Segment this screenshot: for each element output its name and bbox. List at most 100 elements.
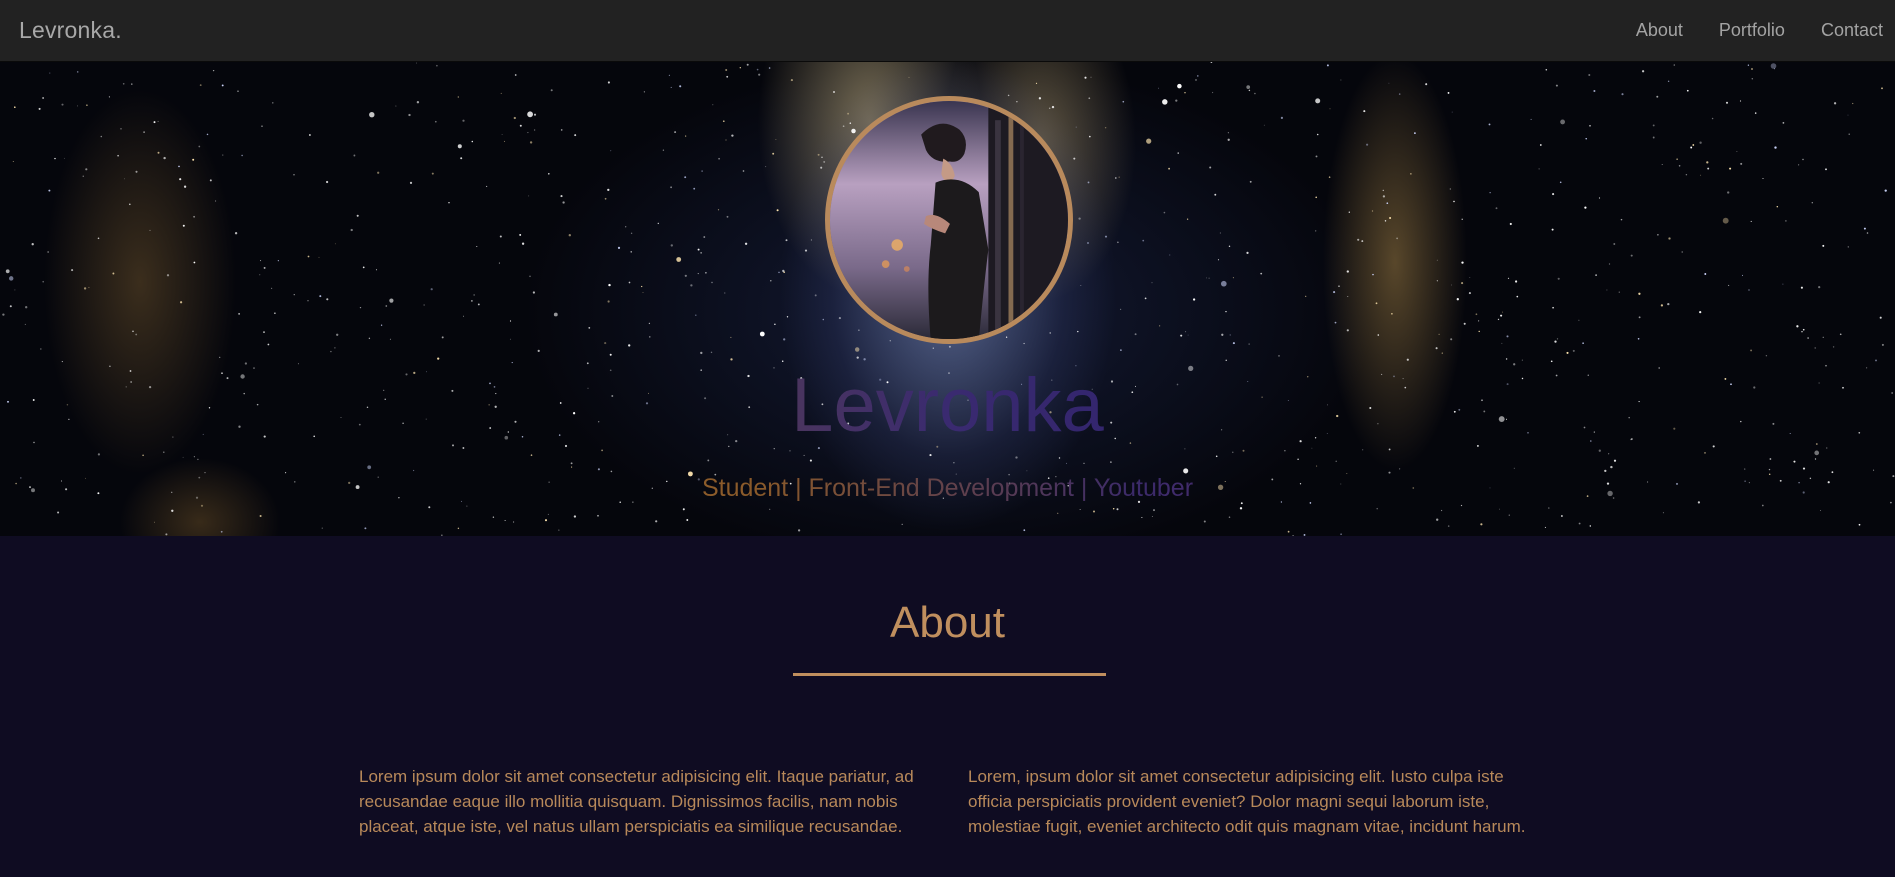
star [700, 252, 702, 254]
star [776, 209, 779, 212]
star [1120, 349, 1122, 351]
hero-banner: Levronka Student | Front-End Development… [0, 62, 1895, 536]
star [726, 215, 729, 218]
star [1578, 522, 1581, 525]
star [703, 236, 706, 238]
star [9, 305, 12, 308]
star [1221, 333, 1224, 336]
star [499, 235, 502, 238]
star [1087, 242, 1089, 244]
star [1630, 254, 1633, 257]
star [775, 139, 777, 140]
star [129, 203, 131, 206]
star [1637, 337, 1640, 340]
star [293, 294, 295, 296]
star [124, 178, 126, 180]
star [1232, 451, 1234, 453]
star [1747, 64, 1750, 66]
star [810, 239, 812, 241]
star [416, 101, 420, 104]
star [1667, 302, 1670, 306]
nav-link-contact[interactable]: Contact [1803, 20, 1883, 41]
star [1875, 359, 1877, 362]
star [1728, 284, 1730, 286]
star [1818, 286, 1821, 289]
star [756, 68, 759, 71]
star [1552, 193, 1555, 196]
star [368, 337, 371, 340]
star [817, 153, 820, 156]
star [356, 214, 359, 217]
star [244, 362, 248, 365]
nav-link-portfolio[interactable]: Portfolio [1701, 20, 1803, 41]
star [330, 350, 332, 353]
star [1774, 146, 1777, 149]
star [85, 168, 88, 171]
star [1460, 504, 1463, 507]
star [25, 306, 28, 309]
star [385, 305, 388, 307]
star [1315, 196, 1317, 199]
star [1704, 273, 1707, 275]
star [705, 271, 707, 274]
star [1058, 457, 1061, 459]
star [772, 152, 775, 155]
star [685, 135, 687, 137]
star [263, 331, 265, 333]
star [558, 529, 560, 531]
star [1769, 458, 1772, 460]
star [1441, 509, 1443, 512]
star [42, 97, 44, 99]
star [1112, 507, 1115, 510]
star [778, 271, 780, 274]
star [1513, 363, 1516, 366]
about-divider [793, 673, 1106, 676]
star [1315, 155, 1318, 158]
star [1333, 291, 1336, 294]
star [267, 343, 270, 346]
star [820, 166, 823, 169]
brand-logo-link[interactable]: Levronka. [19, 17, 122, 44]
star [1208, 277, 1210, 279]
star [1884, 189, 1887, 192]
star [1686, 89, 1689, 92]
nav-link-about[interactable]: About [1618, 20, 1701, 41]
star [1438, 333, 1440, 336]
star [570, 462, 573, 465]
star [492, 516, 495, 518]
star [1142, 239, 1145, 242]
star [527, 132, 529, 134]
star [1449, 188, 1451, 190]
star [1361, 240, 1364, 243]
star [1219, 232, 1221, 234]
star [1184, 448, 1186, 450]
star [1371, 210, 1374, 212]
star [460, 157, 463, 160]
star [1852, 102, 1854, 105]
star [1509, 222, 1512, 226]
star [1739, 100, 1742, 102]
star [408, 113, 411, 117]
star [657, 222, 659, 225]
star [1363, 110, 1366, 113]
star [503, 140, 506, 142]
star [1802, 328, 1805, 331]
star [212, 69, 215, 72]
star [1158, 87, 1159, 89]
star [1461, 282, 1464, 285]
star [97, 453, 101, 456]
star [1435, 347, 1438, 350]
star [163, 451, 165, 453]
star [166, 274, 170, 277]
star [375, 269, 378, 271]
star [1335, 460, 1337, 463]
star [334, 243, 336, 245]
star [1180, 334, 1183, 337]
star [1005, 336, 1008, 338]
star [47, 251, 49, 253]
star [1751, 68, 1753, 70]
star [1740, 162, 1743, 165]
star [610, 470, 613, 473]
star [1159, 325, 1161, 327]
star [670, 86, 672, 88]
